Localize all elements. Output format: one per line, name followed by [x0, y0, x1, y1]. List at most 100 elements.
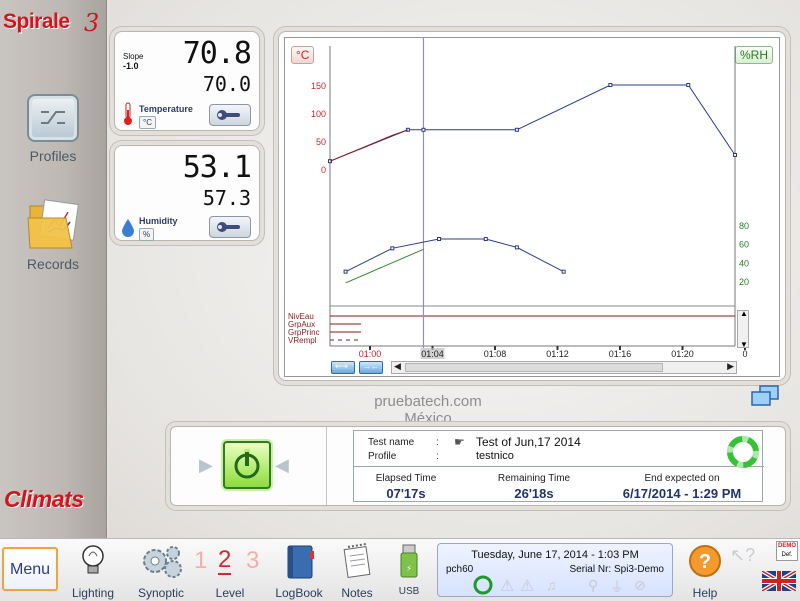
scroll-down-icon[interactable]: ▼: [740, 340, 748, 349]
wrench-icon: [210, 222, 250, 241]
lighting-button[interactable]: Lighting: [68, 543, 118, 600]
svg-text:?: ?: [699, 551, 711, 573]
elapsed-time-label: Elapsed Time: [375, 473, 437, 484]
cancel-icon: ⊘: [634, 577, 646, 593]
temperature-panel: Slope -1.0 70.8 70.0 Temperature °C: [114, 31, 260, 131]
help-icon: ?: [685, 545, 725, 585]
status-ring-icon: [726, 435, 760, 474]
usb-button[interactable]: ⚡ USB: [392, 543, 426, 597]
profiles-icon: [27, 94, 79, 142]
window-toggle-button[interactable]: [750, 384, 780, 408]
bottom-toolbar: Menu Lighting Synoptic 1 2 3 Level LogBo…: [0, 538, 800, 600]
help-label: Help: [692, 586, 718, 600]
date-time: Tuesday, June 17, 2014 - 1:03 PM: [471, 549, 639, 561]
pointer-question-icon: ↖?: [730, 545, 756, 565]
arrow-left-icon: ◀: [275, 455, 289, 475]
network-icon: ⚲: [588, 577, 599, 593]
series-line: [329, 129, 409, 162]
test-info-box: Test name : ☛ Test of Jun,17 2014 Profil…: [353, 430, 764, 502]
humidity-settings-button[interactable]: [209, 216, 251, 238]
scroll-left-icon[interactable]: ◀: [394, 361, 401, 372]
slope-value: -1.0: [123, 61, 139, 71]
watermark-line1: pruebatech.com: [374, 393, 482, 410]
watermark: pruebatech.com México: [308, 393, 548, 427]
x-tick-label: 01:08: [484, 349, 507, 359]
end-expected-value: 6/17/2014 - 1:29 PM: [622, 486, 742, 501]
language-button[interactable]: [760, 569, 798, 593]
notes-button[interactable]: Notes: [334, 543, 380, 600]
brand-version: 3: [84, 9, 100, 37]
watermark-line2: México: [404, 410, 452, 427]
right-tick-label: 60: [739, 240, 749, 250]
scroll-up-icon[interactable]: ▲: [740, 309, 748, 318]
demo-badge: DEMO Def.: [776, 541, 798, 561]
brand-logo: Spirale: [3, 10, 70, 33]
left-tick-label: 0: [321, 165, 326, 175]
remaining-time-label: Remaining Time: [497, 473, 571, 484]
synoptic-button[interactable]: Synoptic: [130, 543, 192, 600]
demo-text: DEMO: [778, 543, 796, 549]
context-help-button[interactable]: ↖?: [730, 545, 756, 571]
level-1[interactable]: 1: [194, 547, 207, 575]
uk-flag-icon: [760, 569, 798, 595]
chart-horizontal-scrollbar[interactable]: ◀ ▶: [391, 361, 737, 374]
chart-area: °C %RH 150 100 50 0 80 60 40 20 NivEau GrpAux GrpP…: [284, 37, 780, 377]
temperature-settings-button[interactable]: [209, 104, 251, 126]
sidebar-item-label: Records: [26, 256, 80, 272]
series-point: [390, 246, 395, 251]
sidebar-item-profiles[interactable]: Profiles: [14, 94, 92, 164]
series-point: [514, 245, 519, 250]
zoom-in-button[interactable]: →←: [359, 361, 383, 374]
temperature-value: 70.8: [182, 36, 252, 71]
arrow-right-icon: ▶: [199, 455, 213, 475]
wrench-icon: [210, 110, 250, 129]
series-point: [483, 237, 488, 241]
power-button[interactable]: [223, 441, 271, 489]
expand-arrows-icon: ⟷: [335, 361, 348, 371]
sidebar-item-label: Profiles: [29, 148, 77, 164]
humidity-panel: 53.1 57.3 Humidity %: [114, 145, 260, 241]
series-point: [421, 127, 426, 132]
water-drop-icon: [121, 218, 135, 243]
scroll-right-icon[interactable]: ▶: [727, 361, 734, 372]
zoom-out-button[interactable]: ⟷: [331, 361, 355, 374]
status-ok-icon: [472, 574, 494, 601]
logbook-icon: [282, 545, 316, 585]
right-tick-label: 80: [739, 221, 749, 231]
bell-icon: ♫: [546, 577, 557, 593]
x-tick-label: 01:20: [671, 349, 694, 359]
series-point: [437, 237, 442, 241]
warning-icon: ⚠: [500, 578, 515, 595]
warning-icon: ⚠: [520, 578, 535, 595]
humidity-unit: %: [139, 228, 155, 241]
slope-label: Slope: [123, 52, 144, 61]
profile-value: testnico: [476, 450, 514, 462]
info-divider: [354, 466, 764, 467]
test-name-value: Test of Jun,17 2014: [476, 435, 581, 449]
sidebar-item-records[interactable]: Records: [14, 198, 92, 272]
humidity-label: Humidity: [139, 216, 178, 226]
chart-panel: °C %RH 150 100 50 0 80 60 40 20 NivEau GrpAux GrpP…: [278, 31, 786, 381]
profile-sep: :: [436, 451, 439, 462]
chart-plot: 15010050080604020NivEauGrpAuxGrpPrincVRe…: [288, 38, 749, 359]
menu-label: Menu: [9, 561, 51, 578]
level-2[interactable]: 2: [218, 547, 232, 575]
serial-number: Serial Nr: Spi3-Demo: [569, 564, 664, 575]
digital-channels-scrollbar[interactable]: ▲ ▼: [737, 309, 749, 349]
profile-label: Profile: [368, 451, 397, 462]
logbook-button[interactable]: LogBook: [272, 543, 326, 600]
scrollbar-thumb[interactable]: [405, 363, 663, 372]
temperature-setpoint: 70.0: [202, 72, 251, 96]
test-name-label: Test name: [368, 437, 415, 448]
test-status-panel: ▶ ◀ Test name : ☛ Test of Jun,17 2014 Pr…: [170, 426, 786, 506]
elapsed-time-value: 07'17s: [386, 486, 426, 501]
sidebar: Spirale 3 Profiles Records Climats: [0, 0, 107, 538]
x-tick-label: 01:12: [546, 349, 569, 359]
help-button[interactable]: ? Help: [682, 543, 728, 600]
synoptic-label: Synoptic: [137, 586, 185, 600]
gears-icon: [135, 546, 187, 585]
light-bulb-icon: [78, 545, 108, 583]
svg-text:⚡: ⚡: [406, 564, 412, 573]
menu-button[interactable]: Menu: [2, 547, 58, 591]
level-3[interactable]: 3: [246, 547, 259, 575]
